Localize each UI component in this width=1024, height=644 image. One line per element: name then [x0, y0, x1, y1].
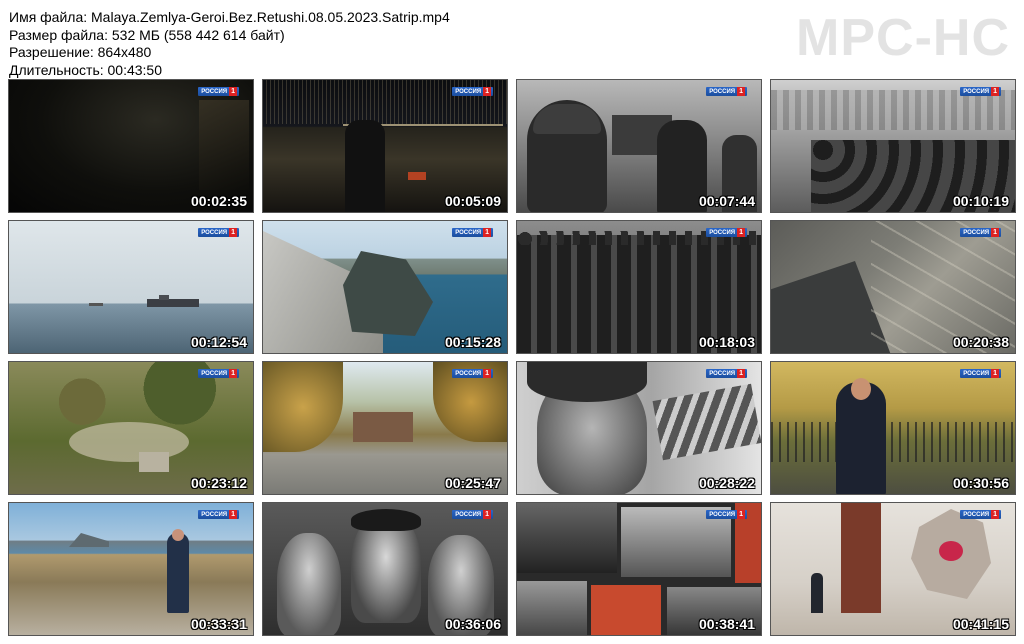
- timestamp: 00:33:31: [190, 616, 247, 632]
- channel-number: 1: [229, 510, 237, 519]
- duration-line: Длительность: 00:43:50: [9, 61, 163, 78]
- channel-name: РОССИЯ: [709, 88, 736, 95]
- channel-number: 1: [737, 87, 745, 96]
- thumbnail[interactable]: РОССИЯ 1 00:30:56: [770, 361, 1016, 495]
- channel-name: РОССИЯ: [709, 511, 736, 518]
- channel-name: РОССИЯ: [201, 229, 228, 236]
- channel-name: РОССИЯ: [963, 370, 990, 377]
- channel-number: 1: [483, 510, 491, 519]
- channel-number: 1: [991, 87, 999, 96]
- channel-number: 1: [737, 369, 745, 378]
- channel-name: РОССИЯ: [455, 370, 482, 377]
- channel-name: РОССИЯ: [455, 511, 482, 518]
- channel-name: РОССИЯ: [201, 88, 228, 95]
- channel-logo: РОССИЯ 1: [198, 228, 239, 237]
- resolution-line: Разрешение: 864x480: [9, 44, 152, 60]
- file-size-line: Размер файла: 532 МБ (558 442 614 байт): [9, 26, 285, 43]
- file-info-panel: Имя файла: Malaya.Zemlya-Geroi.Bez.Retus…: [9, 9, 450, 79]
- channel-name: РОССИЯ: [963, 511, 990, 518]
- channel-name: РОССИЯ: [201, 511, 228, 518]
- thumbnail[interactable]: РОССИЯ 1 00:05:09: [262, 79, 508, 213]
- channel-number: 1: [737, 228, 745, 237]
- thumbnail[interactable]: РОССИЯ 1 00:25:47: [262, 361, 508, 495]
- channel-logo: РОССИЯ 1: [706, 369, 747, 378]
- timestamp: 00:38:41: [698, 616, 755, 632]
- channel-logo: РОССИЯ 1: [452, 228, 493, 237]
- timestamp: 00:15:28: [444, 334, 501, 350]
- channel-number: 1: [229, 87, 237, 96]
- channel-number: 1: [229, 228, 237, 237]
- timestamp: 00:25:47: [444, 475, 501, 491]
- thumbnail[interactable]: РОССИЯ 1 00:18:03: [516, 220, 762, 354]
- channel-name: РОССИЯ: [963, 88, 990, 95]
- timestamp: 00:36:06: [444, 616, 501, 632]
- thumbnail[interactable]: РОССИЯ 1 00:41:15: [770, 502, 1016, 636]
- channel-logo: РОССИЯ 1: [706, 510, 747, 519]
- thumbnail[interactable]: РОССИЯ 1 00:33:31: [8, 502, 254, 636]
- timestamp: 00:30:56: [952, 475, 1009, 491]
- channel-logo: РОССИЯ 1: [960, 369, 1001, 378]
- thumbnail[interactable]: РОССИЯ 1 00:28:22: [516, 361, 762, 495]
- timestamp: 00:10:19: [952, 193, 1009, 209]
- channel-name: РОССИЯ: [709, 229, 736, 236]
- timestamp: 00:07:44: [698, 193, 755, 209]
- channel-logo: РОССИЯ 1: [960, 510, 1001, 519]
- timestamp: 00:20:38: [952, 334, 1009, 350]
- channel-logo: РОССИЯ 1: [198, 510, 239, 519]
- timestamp: 00:41:15: [952, 616, 1009, 632]
- channel-number: 1: [991, 228, 999, 237]
- thumbnail[interactable]: РОССИЯ 1 00:38:41: [516, 502, 762, 636]
- channel-number: 1: [229, 369, 237, 378]
- thumbnail[interactable]: РОССИЯ 1 00:02:35: [8, 79, 254, 213]
- thumbnail[interactable]: РОССИЯ 1 00:20:38: [770, 220, 1016, 354]
- file-name-line: Имя файла: Malaya.Zemlya-Geroi.Bez.Retus…: [9, 9, 450, 25]
- thumbnail[interactable]: РОССИЯ 1 00:15:28: [262, 220, 508, 354]
- thumbnail[interactable]: РОССИЯ 1 00:10:19: [770, 79, 1016, 213]
- channel-logo: РОССИЯ 1: [198, 369, 239, 378]
- channel-logo: РОССИЯ 1: [960, 228, 1001, 237]
- channel-name: РОССИЯ: [201, 370, 228, 377]
- channel-name: РОССИЯ: [455, 88, 482, 95]
- mpc-hc-logo: MPC-HC: [796, 9, 1010, 67]
- channel-logo: РОССИЯ 1: [960, 87, 1001, 96]
- timestamp: 00:12:54: [190, 334, 247, 350]
- timestamp: 00:18:03: [698, 334, 755, 350]
- timestamp: 00:28:22: [698, 475, 755, 491]
- channel-number: 1: [991, 510, 999, 519]
- channel-number: 1: [737, 510, 745, 519]
- thumbnail[interactable]: РОССИЯ 1 00:07:44: [516, 79, 762, 213]
- thumbnail[interactable]: РОССИЯ 1 00:23:12: [8, 361, 254, 495]
- channel-logo: РОССИЯ 1: [706, 228, 747, 237]
- channel-name: РОССИЯ: [709, 370, 736, 377]
- channel-name: РОССИЯ: [963, 229, 990, 236]
- timestamp: 00:23:12: [190, 475, 247, 491]
- thumbnail-grid: РОССИЯ 1 00:02:35 РОССИЯ 1 00:05:09 РОССИЯ…: [8, 79, 1016, 636]
- channel-number: 1: [483, 228, 491, 237]
- channel-name: РОССИЯ: [455, 229, 482, 236]
- channel-logo: РОССИЯ 1: [452, 87, 493, 96]
- channel-number: 1: [991, 369, 999, 378]
- timestamp: 00:05:09: [444, 193, 501, 209]
- channel-number: 1: [483, 369, 491, 378]
- channel-logo: РОССИЯ 1: [452, 510, 493, 519]
- thumbnail[interactable]: РОССИЯ 1 00:36:06: [262, 502, 508, 636]
- timestamp: 00:02:35: [190, 193, 247, 209]
- channel-number: 1: [483, 87, 491, 96]
- channel-logo: РОССИЯ 1: [452, 369, 493, 378]
- thumbnail[interactable]: РОССИЯ 1 00:12:54: [8, 220, 254, 354]
- channel-logo: РОССИЯ 1: [198, 87, 239, 96]
- channel-logo: РОССИЯ 1: [706, 87, 747, 96]
